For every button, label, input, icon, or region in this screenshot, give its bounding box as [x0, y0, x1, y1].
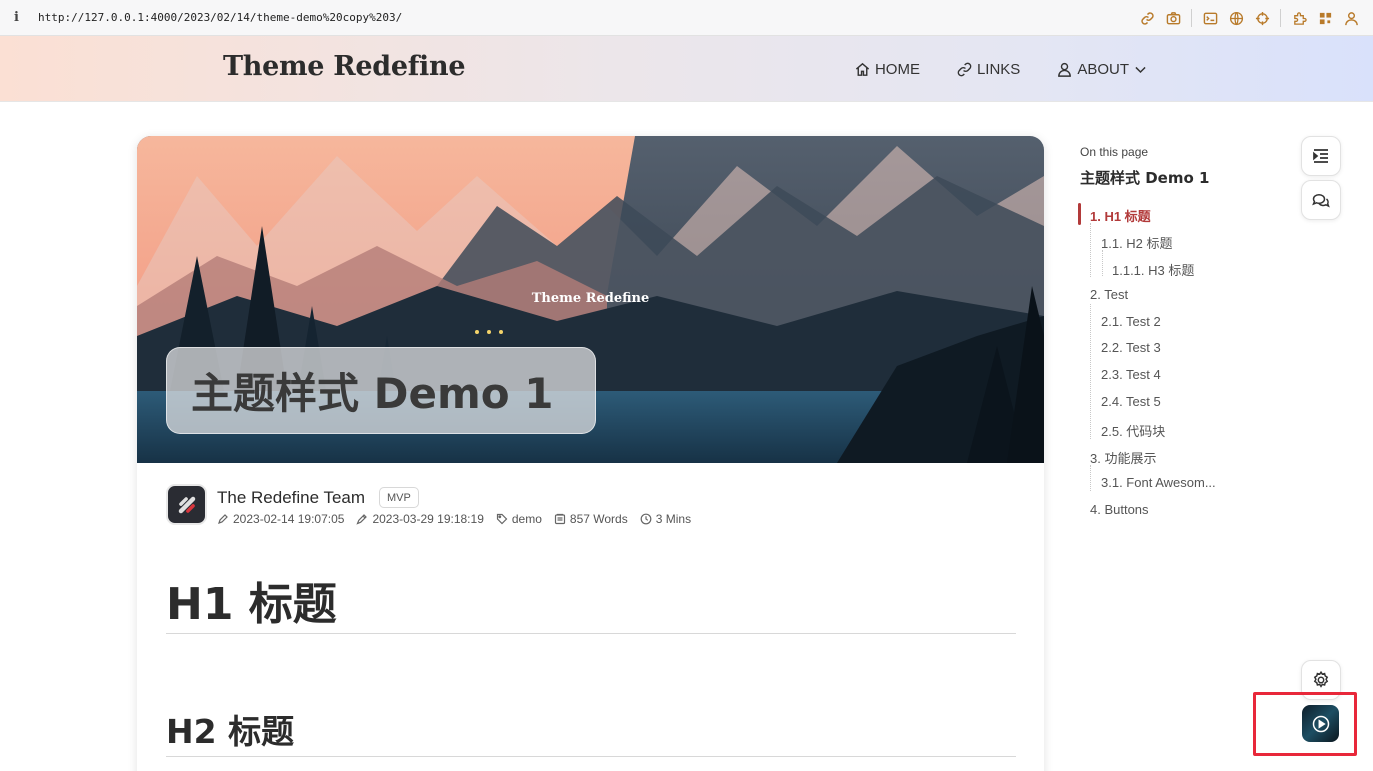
clock-icon	[640, 513, 652, 525]
url-text[interactable]: http://127.0.0.1:4000/2023/02/14/theme-d…	[38, 11, 402, 24]
toc-active-indicator	[1078, 203, 1081, 225]
toc-item[interactable]: 2.3. Test 4	[1101, 367, 1161, 382]
site-header: Theme Redefine HOME LINKS ABOUT	[0, 36, 1373, 102]
toc-guide	[1090, 304, 1091, 439]
toc-guide	[1102, 250, 1103, 276]
toc-item[interactable]: 2.4. Test 5	[1101, 394, 1161, 409]
heading-h2: H2 标题	[166, 712, 295, 751]
toc-item[interactable]: 1.1.1. H3 标题	[1112, 260, 1194, 279]
word-count-text: 857 Words	[569, 512, 628, 526]
author-badge: MVP	[379, 487, 419, 508]
link-icon	[957, 62, 972, 76]
author-avatar[interactable]	[166, 484, 207, 525]
table-of-contents: On this page 主题样式 Demo 1 1. H1 标题 1.1. H…	[1078, 145, 1280, 517]
read-time-text: 3 Mins	[655, 512, 692, 526]
read-time: 3 Mins	[640, 512, 691, 526]
h1-divider	[166, 633, 1016, 634]
browser-toolbar	[1139, 0, 1359, 36]
word-count: 857 Words	[554, 512, 628, 526]
toc-title[interactable]: 主题样式 Demo 1	[1080, 167, 1280, 188]
h2-divider	[166, 756, 1016, 757]
created-date-text: 2023-02-14 19:07:05	[233, 512, 345, 526]
nav-links-label: LINKS	[976, 60, 1021, 78]
qr-icon[interactable]	[1317, 10, 1333, 26]
post-title: 主题样式 Demo 1	[166, 347, 596, 434]
user-icon	[1058, 62, 1072, 77]
updated-date: 2023-03-29 19:18:19	[356, 512, 484, 526]
indent-list-icon	[1313, 149, 1328, 163]
updated-date-text: 2023-03-29 19:18:19	[372, 512, 484, 526]
toc-guide	[1090, 223, 1091, 277]
camera-icon[interactable]	[1165, 10, 1181, 26]
nav-about-label: ABOUT	[1077, 60, 1129, 78]
site-info-icon[interactable]: i	[14, 10, 34, 25]
toc-item[interactable]: 2. Test	[1090, 287, 1128, 302]
crosshair-icon[interactable]	[1254, 10, 1270, 26]
pencil-icon	[218, 514, 228, 524]
banner-watermark: Theme Redefine	[531, 291, 650, 306]
link-icon[interactable]	[1139, 10, 1155, 26]
nav-about[interactable]: ABOUT	[1056, 61, 1148, 78]
toc-guide	[1090, 465, 1091, 491]
user-icon[interactable]	[1343, 10, 1359, 26]
post-tag-text: demo	[511, 512, 542, 526]
toc-item[interactable]: 2.2. Test 3	[1101, 340, 1161, 355]
toc-item[interactable]: 1.1. H2 标题	[1101, 233, 1173, 252]
comments-button[interactable]	[1301, 180, 1341, 220]
author-name: The Redefine Team	[217, 488, 366, 507]
toc-item[interactable]: 2.5. 代码块	[1101, 421, 1165, 440]
post-meta: 2023-02-14 19:07:05 2023-03-29 19:18:19 …	[217, 512, 691, 526]
site-title[interactable]: Theme Redefine	[223, 51, 466, 82]
toc-label: On this page	[1080, 145, 1149, 159]
post-card: Theme Redefine 主题样式 Demo 1 The Redefine …	[137, 136, 1044, 771]
toc-item[interactable]: 3. 功能展示	[1090, 448, 1156, 467]
home-icon	[855, 62, 870, 76]
document-icon	[554, 513, 566, 525]
toc-toggle-button[interactable]	[1301, 136, 1341, 176]
nav-home-label: HOME	[874, 60, 920, 78]
toolbar-divider	[1191, 9, 1192, 27]
nav-links[interactable]: LINKS	[956, 61, 1020, 78]
highlight-annotation	[1253, 692, 1357, 756]
tag-icon	[496, 513, 508, 525]
toc-item[interactable]: 3.1. Font Awesom...	[1101, 475, 1216, 490]
browser-url-bar: i http://127.0.0.1:4000/2023/02/14/theme…	[0, 0, 1373, 36]
pen-icon	[356, 514, 368, 525]
toolbar-divider	[1280, 9, 1281, 27]
toc-item[interactable]: 1. H1 标题	[1090, 206, 1151, 225]
redefine-logo-icon	[178, 496, 195, 513]
post-tag[interactable]: demo	[496, 512, 542, 526]
chevron-down-icon	[1135, 66, 1146, 73]
toc-item[interactable]: 2.1. Test 2	[1101, 314, 1161, 329]
nav-home[interactable]: HOME	[854, 61, 920, 78]
globe-icon[interactable]	[1228, 10, 1244, 26]
terminal-icon[interactable]	[1202, 10, 1218, 26]
post-banner: Theme Redefine 主题样式 Demo 1	[137, 136, 1044, 463]
extension-icon[interactable]	[1291, 10, 1307, 26]
comments-icon	[1312, 194, 1330, 208]
created-date: 2023-02-14 19:07:05	[217, 512, 344, 526]
gear-icon	[1313, 670, 1329, 688]
main-nav: HOME LINKS ABOUT	[854, 36, 1148, 102]
toc-item[interactable]: 4. Buttons	[1090, 502, 1149, 517]
heading-h1: H1 标题	[166, 579, 337, 630]
